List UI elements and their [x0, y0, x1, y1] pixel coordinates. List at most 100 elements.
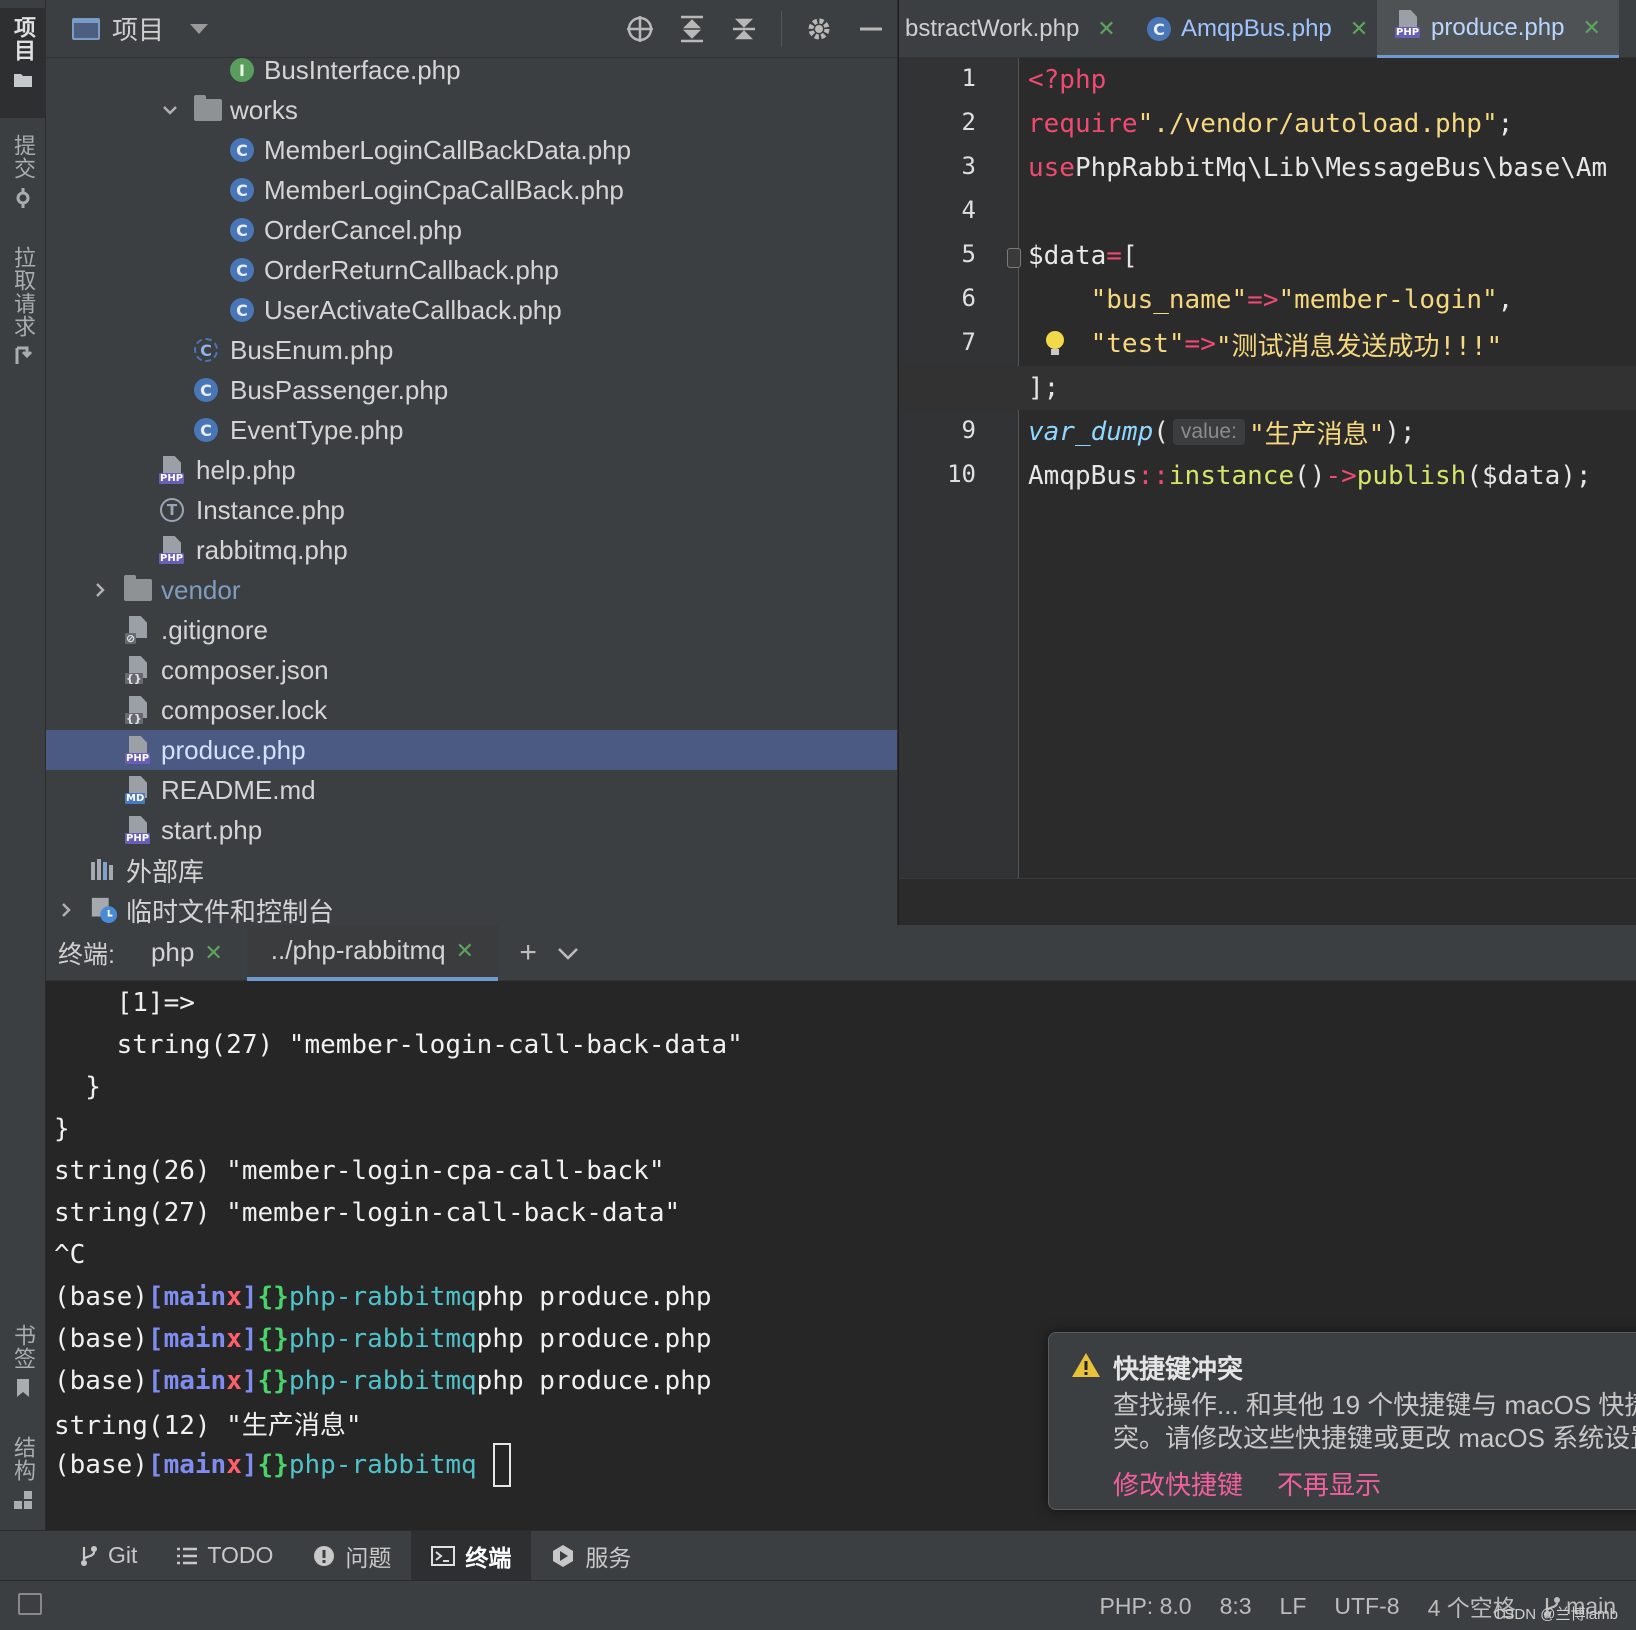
- string-literal: "生产消息": [1248, 419, 1385, 450]
- tree-item-businterface[interactable]: I BusInterface.php: [46, 50, 897, 90]
- tree-item-orderreturncallback[interactable]: C OrderReturnCallback.php: [46, 250, 897, 290]
- chevron-down-icon[interactable]: [162, 102, 178, 118]
- terminal-line: string(26) "member-login-cpa-call-back": [54, 1156, 665, 1186]
- chevron-down-icon[interactable]: [190, 23, 209, 34]
- code-area[interactable]: <?php require "./vendor/autoload.php"; u…: [899, 58, 1636, 878]
- left-tool-strip: 项目 提交 拉取请求 书签 结构: [0, 0, 46, 1530]
- tree-item-external-libraries[interactable]: 外部库: [46, 850, 897, 890]
- strip-tab-bookmarks[interactable]: 书签: [0, 1318, 46, 1428]
- tree-item-busenum[interactable]: C BusEnum.php: [46, 330, 897, 370]
- strip-tab-pull-requests[interactable]: 拉取请求: [0, 240, 46, 370]
- close-icon[interactable]: ✕: [1097, 16, 1115, 42]
- tree-item-scratches[interactable]: 临时文件和控制台: [46, 890, 897, 925]
- status-caret-position[interactable]: 8:3: [1220, 1593, 1252, 1620]
- dont-show-again-link[interactable]: 不再显示: [1277, 1465, 1381, 1502]
- terminal-line: string(27) "member-login-call-back-data": [54, 1198, 681, 1228]
- status-php-version[interactable]: PHP: 8.0: [1100, 1593, 1192, 1620]
- code-line-10: AmqpBus:: instance() -> publish ($data);: [1028, 454, 1592, 498]
- php-file-icon: PHP: [1395, 10, 1421, 45]
- terminal-tabs: 终端: php ✕ ../php-rabbitmq ✕ +: [46, 924, 1636, 981]
- modify-shortcuts-link[interactable]: 修改快捷键: [1113, 1465, 1243, 1502]
- tool-window-todo[interactable]: TODO: [157, 1531, 293, 1581]
- tool-window-label: 服务: [585, 1544, 632, 1571]
- tab-amqpbus[interactable]: C AmqpBus.php ✕: [1147, 0, 1368, 58]
- chevron-down-icon[interactable]: [548, 933, 588, 973]
- tool-window-problems[interactable]: 问题: [293, 1531, 411, 1581]
- tool-window-services[interactable]: 服务: [531, 1531, 651, 1581]
- prompt-branch: main: [163, 1324, 227, 1354]
- strip-tab-structure[interactable]: 结构: [0, 1430, 46, 1530]
- class-icon: C: [228, 176, 256, 204]
- toggle-tool-windows-icon[interactable]: [18, 1593, 42, 1615]
- warning-icon: [1072, 1353, 1100, 1377]
- gear-icon[interactable]: [804, 14, 834, 44]
- minimize-icon[interactable]: [856, 14, 886, 44]
- terminal-prompt-line: (base) [main x] {} php-rabbitmq php prod…: [54, 1317, 711, 1361]
- tree-item-label: Instance.php: [196, 494, 345, 525]
- tree-item-produce[interactable]: PHP produce.php: [46, 730, 897, 770]
- scratches-icon: [90, 896, 118, 924]
- tree-item-label: help.php: [196, 454, 296, 485]
- tab-produce[interactable]: PHP produce.php ✕: [1377, 0, 1619, 58]
- notification-body-line: 查找操作... 和其他 19 个快捷键与 macOS 快捷: [1113, 1390, 1636, 1420]
- collapse-all-icon[interactable]: [729, 14, 759, 44]
- project-panel-title[interactable]: 项目: [112, 10, 164, 47]
- tree-item-start[interactable]: PHP start.php: [46, 810, 897, 850]
- strip-tab-commit[interactable]: 提交: [0, 128, 46, 238]
- status-encoding[interactable]: UTF-8: [1334, 1593, 1399, 1620]
- code-line-8: ];: [899, 366, 1636, 410]
- tree-item-vendor-folder[interactable]: vendor: [46, 570, 897, 610]
- tool-window-git[interactable]: Git: [60, 1531, 157, 1581]
- project-tree: I BusInterface.php works C MemberLoginCa…: [46, 50, 897, 925]
- tree-item-useractivatecallback[interactable]: C UserActivateCallback.php: [46, 290, 897, 330]
- tree-item-eventtype[interactable]: C EventType.php: [46, 410, 897, 450]
- tree-item-composer-lock[interactable]: {} composer.lock: [46, 690, 897, 730]
- tree-item-readme[interactable]: MD README.md: [46, 770, 897, 810]
- tool-window-label: 问题: [345, 1544, 392, 1571]
- prompt-dirty: x: [226, 1324, 242, 1354]
- tree-item-label: MemberLoginCpaCallBack.php: [264, 174, 624, 205]
- terminal-line: ^C: [54, 1240, 86, 1270]
- prompt-dir: php-rabbitmq: [288, 1366, 477, 1396]
- folder-icon: [14, 74, 32, 87]
- strip-tab-project[interactable]: 项目: [0, 8, 46, 118]
- tree-item-memberlogincpacallback[interactable]: C MemberLoginCpaCallBack.php: [46, 170, 897, 210]
- terminal-tab-php-rabbitmq[interactable]: ../php-rabbitmq ✕: [246, 924, 499, 981]
- fold-marker-icon[interactable]: [1007, 248, 1021, 268]
- tree-item-help[interactable]: PHP help.php: [46, 450, 897, 490]
- line-number: 2: [961, 108, 976, 136]
- locate-icon[interactable]: [625, 14, 655, 44]
- keyword: require: [1028, 109, 1138, 139]
- prompt-bracket: [: [147, 1450, 164, 1480]
- code-line-2: require "./vendor/autoload.php";: [1028, 102, 1513, 146]
- punctuation: ;: [1497, 109, 1514, 139]
- tree-item-rabbitmq[interactable]: PHP rabbitmq.php: [46, 530, 897, 570]
- tool-window-terminal[interactable]: 终端: [411, 1530, 532, 1581]
- prompt-dirty: x: [226, 1282, 242, 1312]
- terminal-tab-php[interactable]: php ✕: [115, 925, 247, 981]
- tree-item-memberlogincallbackdata[interactable]: C MemberLoginCallBackData.php: [46, 130, 897, 170]
- close-icon[interactable]: ✕: [1582, 15, 1600, 41]
- chevron-right-icon[interactable]: [92, 582, 108, 598]
- expand-all-icon[interactable]: [677, 14, 707, 44]
- status-line-separator[interactable]: LF: [1280, 1593, 1307, 1620]
- composer-file-icon: {}: [124, 656, 152, 684]
- tree-item-composer-json[interactable]: {} composer.json: [46, 650, 897, 690]
- close-icon[interactable]: ✕: [456, 938, 474, 964]
- operator: =: [1106, 241, 1122, 271]
- chevron-right-icon[interactable]: [58, 902, 74, 918]
- commit-icon: [16, 188, 30, 208]
- close-icon[interactable]: ✕: [1350, 16, 1368, 42]
- prompt-dir: php-rabbitmq: [288, 1324, 477, 1354]
- class-icon: C: [228, 256, 256, 284]
- close-icon[interactable]: ✕: [204, 940, 222, 966]
- tree-item-buspassenger[interactable]: C BusPassenger.php: [46, 370, 897, 410]
- tree-item-gitignore[interactable]: ⊘ .gitignore: [46, 610, 897, 650]
- folder-icon: [194, 95, 222, 124]
- tree-item-ordercancel[interactable]: C OrderCancel.php: [46, 210, 897, 250]
- tab-abstractwork[interactable]: bstractWork.php ✕: [905, 0, 1116, 58]
- add-terminal-button[interactable]: +: [508, 933, 548, 973]
- terminal-line: }: [54, 1072, 101, 1102]
- tree-item-works-folder[interactable]: works: [46, 90, 897, 130]
- tree-item-instance[interactable]: T Instance.php: [46, 490, 897, 530]
